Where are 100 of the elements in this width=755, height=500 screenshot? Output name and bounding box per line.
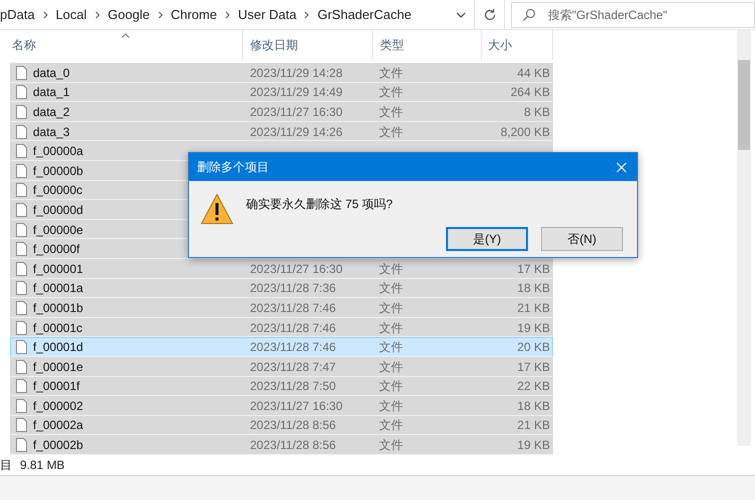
- file-row[interactable]: f_000001 2023/11/27 16:30 文件 17 KB: [10, 258, 553, 279]
- file-icon: [16, 183, 27, 198]
- breadcrumb[interactable]: pData: [0, 4, 35, 24]
- column-header[interactable]: 类型: [373, 30, 482, 60]
- file-name: f_00000a: [33, 143, 84, 160]
- modified-date: 2023/11/28 7:46: [250, 300, 336, 315]
- file-size: 264 KB: [510, 85, 550, 100]
- dialog-title: 删除多个项目: [197, 159, 269, 176]
- modified-date: 2023/11/29 14:26: [250, 124, 343, 139]
- file-row[interactable]: f_00002b 2023/11/28 8:56 文件 19 KB: [10, 435, 553, 455]
- file-row[interactable]: data_2 2023/11/27 16:30 文件 8 KB: [10, 102, 553, 122]
- file-name: data_1: [33, 84, 70, 102]
- file-size: 20 KB: [517, 340, 550, 354]
- file-type: 文件: [379, 104, 403, 119]
- modified-date: 2023/11/28 7:36: [250, 281, 336, 296]
- file-icon: [16, 164, 27, 178]
- file-type: 文件: [379, 85, 403, 100]
- dialog-message: 确实要永久删除这 75 项吗?: [246, 196, 394, 213]
- file-row[interactable]: f_00002a 2023/11/28 8:56 文件 21 KB: [10, 416, 553, 436]
- file-icon: [16, 124, 27, 139]
- file-row[interactable]: f_00001f 2023/11/28 7:50 文件 22 KB: [10, 376, 553, 396]
- file-size: 21 KB: [517, 300, 550, 315]
- file-icon: [16, 300, 27, 315]
- column-header[interactable]: 修改日期: [243, 30, 373, 60]
- modified-date: 2023/11/29 14:49: [250, 85, 343, 100]
- dialog-button[interactable]: 否(N): [541, 227, 623, 251]
- file-row[interactable]: data_3 2023/11/29 14:26 文件 8,200 KB: [10, 122, 553, 142]
- sort-caret-icon: [121, 33, 130, 38]
- file-size: 22 KB: [517, 379, 550, 394]
- column-header[interactable]: 名称: [0, 30, 243, 60]
- file-type: 文件: [379, 66, 403, 80]
- dialog-button[interactable]: 是(Y): [446, 227, 528, 251]
- scrollbar[interactable]: [737, 30, 751, 446]
- breadcrumb[interactable]: Local: [56, 4, 87, 24]
- file-icon: [16, 262, 27, 276]
- file-icon: [16, 66, 27, 80]
- file-row[interactable]: f_00001e 2023/11/28 7:47 文件 17 KB: [10, 356, 553, 376]
- file-size: 19 KB: [517, 320, 550, 335]
- file-type: 文件: [379, 320, 403, 335]
- search-field[interactable]: 搜索"GrShaderCache": [511, 2, 755, 28]
- file-icon: [16, 379, 27, 394]
- scrollbar-thumb[interactable]: [738, 60, 750, 150]
- file-name: f_00000b: [33, 162, 84, 180]
- breadcrumb[interactable]: Google: [108, 4, 150, 24]
- file-size: 44 KB: [517, 66, 550, 80]
- warning-icon: [200, 193, 234, 225]
- chevron-icon: [304, 10, 310, 18]
- file-icon: [16, 360, 27, 374]
- file-row[interactable]: f_00001a 2023/11/28 7:36 文件 18 KB: [10, 278, 553, 298]
- file-icon: [16, 222, 27, 237]
- file-icon: [16, 281, 27, 296]
- close-icon[interactable]: [616, 162, 627, 172]
- file-icon: [16, 340, 27, 354]
- search-icon: [522, 8, 536, 22]
- column-header[interactable]: 大小: [482, 30, 553, 60]
- modified-date: 2023/11/27 16:30: [250, 104, 343, 119]
- file-name: f_00001d: [33, 339, 84, 356]
- file-icon: [16, 320, 27, 335]
- file-icon: [16, 418, 27, 432]
- file-row[interactable]: f_00001c 2023/11/28 7:46 文件 19 KB: [10, 318, 553, 338]
- file-type: 文件: [379, 360, 403, 374]
- refresh-icon[interactable]: [482, 8, 496, 22]
- file-row[interactable]: data_0 2023/11/29 14:28 文件 44 KB: [10, 63, 553, 83]
- file-row[interactable]: data_1 2023/11/29 14:49 文件 264 KB: [10, 82, 553, 102]
- file-name: f_00000d: [33, 202, 84, 219]
- file-name: f_000001: [33, 260, 84, 278]
- file-name: data_2: [33, 104, 70, 121]
- modified-date: 2023/11/28 8:56: [250, 438, 336, 452]
- modified-date: 2023/11/29 14:28: [250, 66, 343, 80]
- file-name: f_00001e: [33, 358, 84, 376]
- file-row[interactable]: f_00001d 2023/11/28 7:46 文件 20 KB: [10, 337, 553, 357]
- file-size: 18 KB: [517, 398, 550, 413]
- file-type: 文件: [379, 262, 403, 276]
- file-type: 文件: [379, 281, 403, 296]
- status-text: 目: [0, 456, 12, 474]
- file-name: data_3: [33, 124, 70, 141]
- status-size: 9.81 MB: [20, 456, 65, 474]
- chevron-icon: [224, 10, 230, 18]
- modified-date: 2023/11/27 16:30: [250, 262, 343, 276]
- file-type: 文件: [379, 124, 403, 139]
- file-size: 19 KB: [517, 438, 550, 452]
- file-name: f_00000c: [33, 182, 82, 200]
- file-row[interactable]: f_00001b 2023/11/28 7:46 文件 21 KB: [10, 298, 553, 318]
- file-type: 文件: [379, 300, 403, 315]
- file-name: f_00000f: [33, 241, 80, 258]
- file-name: f_00001b: [33, 300, 84, 317]
- file-size: 17 KB: [517, 360, 550, 374]
- file-icon: [16, 85, 27, 100]
- file-icon: [16, 242, 27, 256]
- file-name: f_000002: [33, 398, 84, 415]
- breadcrumb[interactable]: GrShaderCache: [317, 4, 412, 24]
- file-type: 文件: [379, 438, 403, 452]
- modified-date: 2023/11/28 7:46: [250, 320, 336, 335]
- file-type: 文件: [379, 379, 403, 394]
- breadcrumb[interactable]: Chrome: [170, 4, 217, 24]
- dropdown-chevron-icon[interactable]: [456, 12, 466, 18]
- breadcrumb[interactable]: User Data: [238, 4, 296, 24]
- file-name: f_00001c: [33, 320, 82, 337]
- file-row[interactable]: f_000002 2023/11/27 16:30 文件 18 KB: [10, 396, 553, 416]
- file-name: f_00002b: [33, 437, 84, 454]
